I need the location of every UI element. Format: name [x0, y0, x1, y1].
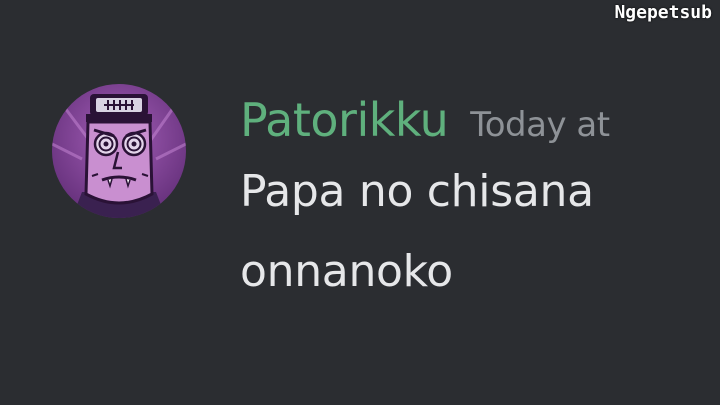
timestamp: Today at	[470, 105, 610, 145]
channel-watermark: Ngepetsub	[614, 2, 712, 23]
message-text: Papa no chisana onnanoko	[240, 166, 594, 297]
user-avatar[interactable]	[52, 84, 186, 218]
message-content: Patorikku Today at Papa no chisana onnan…	[240, 84, 710, 312]
username[interactable]: Patorikku	[240, 84, 449, 156]
message-header: Patorikku Today at	[240, 84, 710, 156]
cartoon-character-avatar-icon	[52, 84, 186, 218]
